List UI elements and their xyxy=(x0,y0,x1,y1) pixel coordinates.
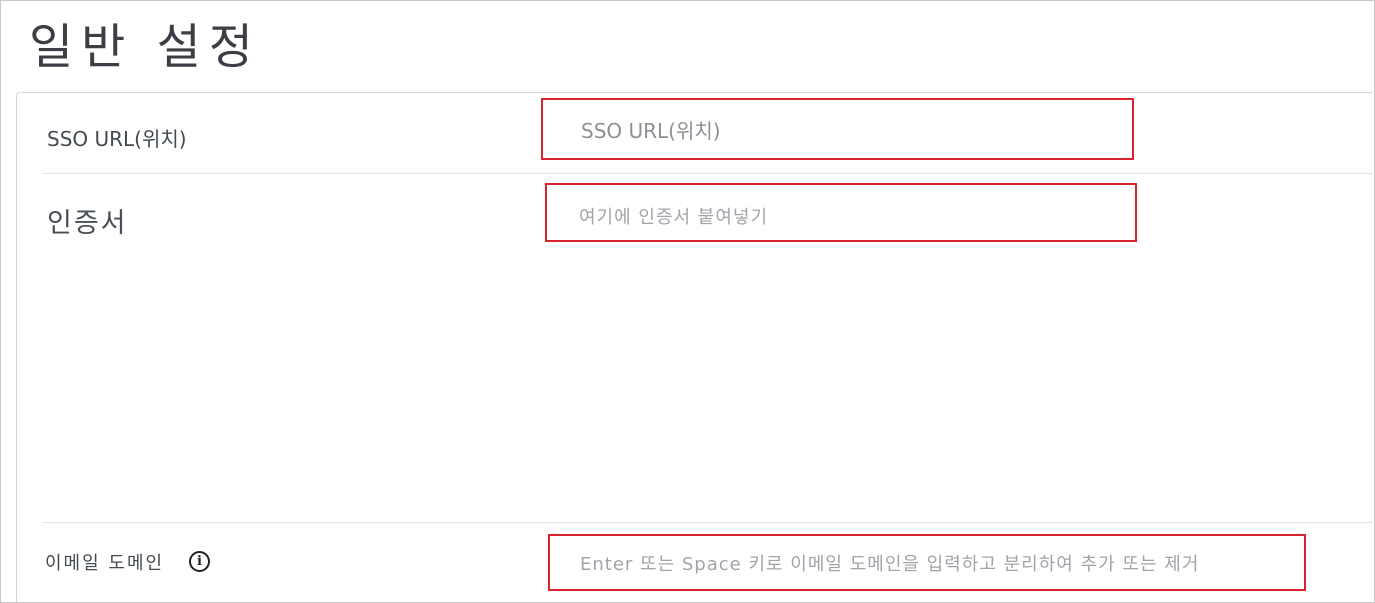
email-domain-input[interactable]: Enter 또는 Space 키로 이메일 도메인을 입력하고 분리하여 추가 … xyxy=(548,534,1306,591)
email-domain-label: 이메일 도메인 xyxy=(45,553,165,574)
page-title: 일반 설정 xyxy=(29,19,261,75)
divider xyxy=(42,173,1375,174)
certificate-label: 인증서 xyxy=(47,208,128,239)
sso-url-label: SSO URL(위치) xyxy=(47,127,187,151)
certificate-textarea[interactable]: 여기에 인증서 붙여넣기 xyxy=(545,183,1137,242)
settings-page: 일반 설정 SSO URL(위치) SSO URL(위치) 인증서 여기에 인증… xyxy=(0,0,1375,603)
sso-url-input[interactable]: SSO URL(위치) xyxy=(541,98,1134,160)
sso-url-placeholder: SSO URL(위치) xyxy=(581,118,721,143)
email-domain-placeholder: Enter 또는 Space 키로 이메일 도메인을 입력하고 분리하여 추가 … xyxy=(580,553,1200,575)
info-circle-icon[interactable]: i xyxy=(189,551,210,572)
certificate-placeholder: 여기에 인증서 붙여넣기 xyxy=(579,207,769,228)
divider xyxy=(42,522,1375,523)
settings-card: SSO URL(위치) SSO URL(위치) 인증서 여기에 인증서 붙여넣기… xyxy=(16,92,1375,603)
